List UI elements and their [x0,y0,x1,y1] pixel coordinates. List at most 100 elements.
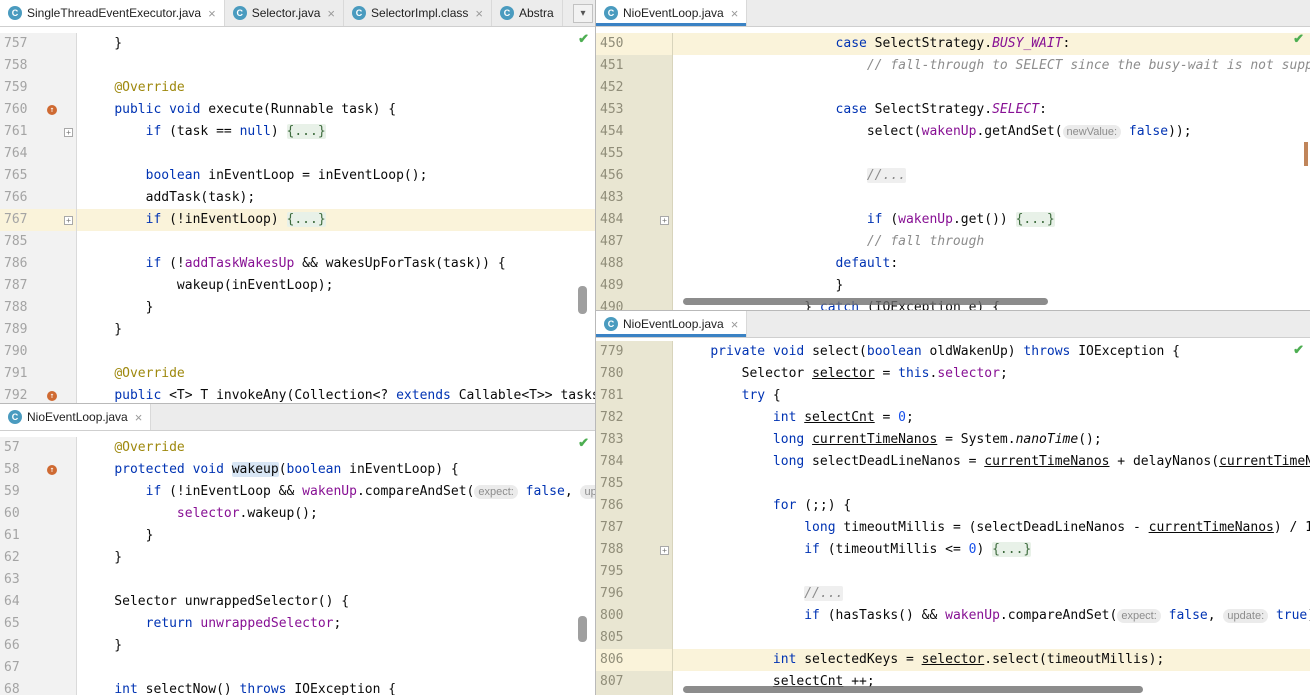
gutter[interactable] [640,407,672,429]
gutter[interactable] [640,77,672,99]
code-text[interactable]: addTask(task); [76,187,595,209]
gutter[interactable]: + [44,121,76,143]
code-text[interactable]: } [76,635,595,657]
gutter[interactable] [640,649,672,671]
gutter[interactable] [640,561,672,583]
gutter[interactable] [44,363,76,385]
gutter[interactable] [44,33,76,55]
code-text[interactable] [76,55,595,77]
folded-region-icon[interactable]: + [64,128,73,137]
tab-nioeventloop[interactable]: C NioEventLoop.java × [596,311,747,337]
gutter[interactable] [44,437,76,459]
horizontal-scrollbar-thumb[interactable] [683,686,1143,693]
gutter[interactable] [44,525,76,547]
code-text[interactable]: } [76,525,595,547]
code-text[interactable]: int selectNow() throws IOException { [76,679,595,695]
close-icon[interactable]: × [731,7,739,20]
folded-region-icon[interactable]: + [660,216,669,225]
gutter[interactable] [640,121,672,143]
vertical-scrollbar-thumb[interactable] [578,616,587,642]
gutter[interactable] [640,495,672,517]
gutter[interactable] [640,99,672,121]
gutter[interactable] [44,613,76,635]
tab-nioeventloop[interactable]: C NioEventLoop.java × [0,404,151,430]
tab-selectorimpl-class[interactable]: C SelectorImpl.class × [344,0,492,26]
tab-selector-java[interactable]: C Selector.java × [225,0,344,26]
code-text[interactable]: Selector unwrappedSelector() { [76,591,595,613]
code-text[interactable]: select(wakenUp.getAndSet(newValue: false… [672,121,1310,143]
code-text[interactable]: selector.wakeup(); [76,503,595,525]
code-text[interactable]: for (;;) { [672,495,1310,517]
gutter[interactable] [44,657,76,679]
code-text[interactable]: // fall-through to SELECT since the busy… [672,55,1310,77]
gutter[interactable] [640,583,672,605]
chevron-down-icon[interactable]: ▾ [573,4,593,23]
gutter[interactable] [640,297,672,310]
code-text[interactable] [672,187,1310,209]
gutter[interactable] [44,341,76,363]
code-editor[interactable]: 57 @Override58↑ protected void wakeup(bo… [0,431,595,695]
code-editor[interactable]: 779 private void select(boolean oldWaken… [596,338,1310,695]
inspections-ok-icon[interactable]: ✔ [578,435,589,451]
gutter[interactable] [44,143,76,165]
code-text[interactable]: //... [672,583,1310,605]
gutter[interactable] [640,429,672,451]
gutter[interactable] [44,503,76,525]
code-text[interactable]: if (!addTaskWakesUp && wakesUpForTask(ta… [76,253,595,275]
inspections-ok-icon[interactable]: ✔ [1293,31,1304,47]
overriding-method-icon[interactable]: ↑ [47,105,57,115]
gutter[interactable] [44,547,76,569]
gutter[interactable]: + [44,209,76,231]
gutter[interactable] [640,253,672,275]
close-icon[interactable]: × [731,318,739,331]
gutter[interactable] [640,143,672,165]
gutter[interactable] [44,481,76,503]
code-text[interactable]: default: [672,253,1310,275]
gutter[interactable]: + [640,539,672,561]
code-text[interactable]: if (!inEventLoop) {...} [76,209,595,231]
gutter[interactable] [44,165,76,187]
overriding-method-icon[interactable]: ↑ [47,465,57,475]
code-text[interactable] [672,627,1310,649]
code-text[interactable]: int selectCnt = 0; [672,407,1310,429]
code-text[interactable]: // fall through [672,231,1310,253]
gutter[interactable] [44,231,76,253]
code-text[interactable] [672,77,1310,99]
gutter[interactable] [640,451,672,473]
gutter[interactable] [640,341,672,363]
code-text[interactable]: @Override [76,363,595,385]
code-text[interactable]: boolean inEventLoop = inEventLoop(); [76,165,595,187]
code-text[interactable]: long currentTimeNanos = System.nanoTime(… [672,429,1310,451]
code-text[interactable]: } [76,297,595,319]
code-text[interactable]: public void execute(Runnable task) { [76,99,595,121]
code-text[interactable]: if (timeoutMillis <= 0) {...} [672,539,1310,561]
code-text[interactable] [76,657,595,679]
code-editor[interactable]: 757 }758759 @Override760↑ public void ex… [0,27,595,403]
code-text[interactable] [76,143,595,165]
gutter[interactable]: ↑ [44,99,76,121]
gutter[interactable] [640,363,672,385]
code-text[interactable]: if (hasTasks() && wakenUp.compareAndSet(… [672,605,1310,627]
gutter[interactable] [640,55,672,77]
code-text[interactable]: return unwrappedSelector; [76,613,595,635]
code-text[interactable] [76,231,595,253]
gutter[interactable] [44,591,76,613]
overriding-method-icon[interactable]: ↑ [47,391,57,401]
code-text[interactable]: } [76,33,595,55]
gutter[interactable] [44,635,76,657]
gutter[interactable] [640,627,672,649]
gutter[interactable] [640,671,672,693]
gutter[interactable] [44,297,76,319]
close-icon[interactable]: × [208,7,216,20]
gutter[interactable] [640,275,672,297]
close-icon[interactable]: × [475,7,483,20]
folded-region-icon[interactable]: + [64,216,73,225]
code-text[interactable] [672,473,1310,495]
code-text[interactable] [76,341,595,363]
gutter[interactable] [44,569,76,591]
gutter[interactable] [640,165,672,187]
code-text[interactable]: wakeup(inEventLoop); [76,275,595,297]
code-text[interactable]: protected void wakeup(boolean inEventLoo… [76,459,595,481]
code-text[interactable]: @Override [76,77,595,99]
gutter[interactable] [640,473,672,495]
